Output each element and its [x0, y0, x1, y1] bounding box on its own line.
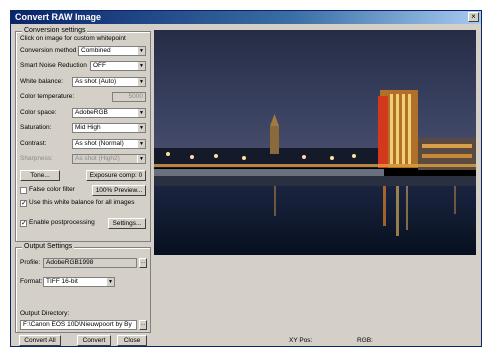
- saturation-value: Mid High: [75, 124, 101, 131]
- preview-image[interactable]: [154, 30, 476, 255]
- whitepoint-hint: Click on image for custom whitepoint: [20, 35, 126, 42]
- contrast-value: As shot (Normal): [75, 140, 124, 147]
- chevron-down-icon[interactable]: ▼: [137, 47, 145, 55]
- title-bar[interactable]: Convert RAW Image ×: [11, 11, 481, 24]
- sharpness-label: Sharpness:: [20, 155, 53, 162]
- use-white-balance-checkbox[interactable]: ✓: [20, 200, 27, 207]
- conversion-settings-title: Conversion settings: [22, 26, 88, 35]
- color-temperature-label: Color temperature:: [20, 93, 75, 100]
- conversion-method-value: Combined: [81, 47, 111, 54]
- postprocessing-settings-button[interactable]: Settings...: [108, 218, 146, 229]
- convert-raw-dialog: Convert RAW Image × Conversion settings …: [10, 10, 482, 347]
- conversion-method-select[interactable]: Combined ▼: [78, 46, 146, 56]
- white-balance-select[interactable]: As shot (Auto) ▼: [72, 77, 146, 87]
- close-button[interactable]: Close: [117, 335, 147, 346]
- conversion-method-label: Conversion method: [20, 47, 77, 54]
- enable-postprocessing-checkbox[interactable]: ✓: [20, 220, 27, 227]
- false-color-checkbox[interactable]: [20, 187, 27, 194]
- convert-button[interactable]: Convert: [77, 335, 111, 346]
- rgb-status: RGB:: [357, 337, 373, 344]
- noise-reduction-select[interactable]: OFF ▼: [90, 61, 146, 71]
- chevron-down-icon[interactable]: ▼: [137, 124, 145, 132]
- sharpness-select[interactable]: As shot (High2) ▼: [72, 154, 146, 164]
- close-icon[interactable]: ×: [468, 12, 479, 22]
- window-title: Convert RAW Image: [15, 12, 102, 22]
- format-value: TIFF 16-bit: [46, 278, 78, 285]
- use-white-balance-label: Use this white balance for all images: [29, 199, 135, 206]
- color-temperature-field[interactable]: 5000: [112, 92, 146, 102]
- chevron-down-icon[interactable]: ▼: [137, 109, 145, 117]
- color-space-select[interactable]: AdobeRGB ▼: [72, 108, 146, 118]
- false-color-label: False color filter: [29, 186, 75, 193]
- output-directory-field[interactable]: F:\Canon EOS 10D\Nieuwpoort by By: [20, 320, 137, 330]
- chevron-down-icon[interactable]: ▼: [137, 140, 145, 148]
- night-harbor-photo: [154, 30, 476, 255]
- white-balance-label: White balance:: [20, 78, 63, 85]
- format-label: Format:: [20, 278, 43, 285]
- sharpness-value: As shot (High2): [75, 155, 120, 162]
- contrast-select[interactable]: As shot (Normal) ▼: [72, 139, 146, 149]
- water: [154, 186, 476, 255]
- xy-position-status: XY Pos:: [289, 337, 313, 344]
- color-space-label: Color space:: [20, 109, 57, 116]
- output-settings-title: Output Settings: [22, 242, 75, 251]
- conversion-settings-group: Conversion settings Click on image for c…: [15, 26, 151, 242]
- enable-postprocessing-label: Enable postprocessing: [29, 219, 95, 226]
- chevron-down-icon[interactable]: ▼: [137, 78, 145, 86]
- preview-100-button[interactable]: 100% Preview...: [92, 185, 146, 196]
- tone-button[interactable]: Tone...: [20, 170, 60, 181]
- convert-all-button[interactable]: Convert All: [19, 335, 61, 346]
- profile-browse-button[interactable]: …: [139, 258, 147, 268]
- chevron-down-icon[interactable]: ▼: [137, 62, 145, 70]
- white-balance-value: As shot (Auto): [75, 78, 117, 85]
- directory-browse-button[interactable]: …: [139, 320, 147, 330]
- noise-reduction-label: Smart Noise Reduction: [20, 62, 87, 69]
- output-settings-group: Output Settings Profile: AdobeRGB1998 … …: [15, 242, 151, 333]
- bridge: [154, 169, 384, 176]
- church-tower: [270, 126, 279, 154]
- exposure-comp-button[interactable]: Exposure comp: 0: [86, 170, 146, 181]
- format-select[interactable]: TIFF 16-bit ▼: [43, 277, 115, 287]
- output-directory-label: Output Directory:: [20, 310, 70, 317]
- saturation-label: Saturation:: [20, 124, 52, 131]
- chevron-down-icon[interactable]: ▼: [106, 278, 114, 286]
- color-space-value: AdobeRGB: [75, 109, 108, 116]
- contrast-label: Contrast:: [20, 140, 47, 147]
- profile-field[interactable]: AdobeRGB1998: [43, 258, 137, 268]
- noise-reduction-value: OFF: [93, 62, 106, 69]
- chevron-down-icon[interactable]: ▼: [137, 155, 145, 163]
- profile-label: Profile:: [20, 259, 41, 266]
- saturation-select[interactable]: Mid High ▼: [72, 123, 146, 133]
